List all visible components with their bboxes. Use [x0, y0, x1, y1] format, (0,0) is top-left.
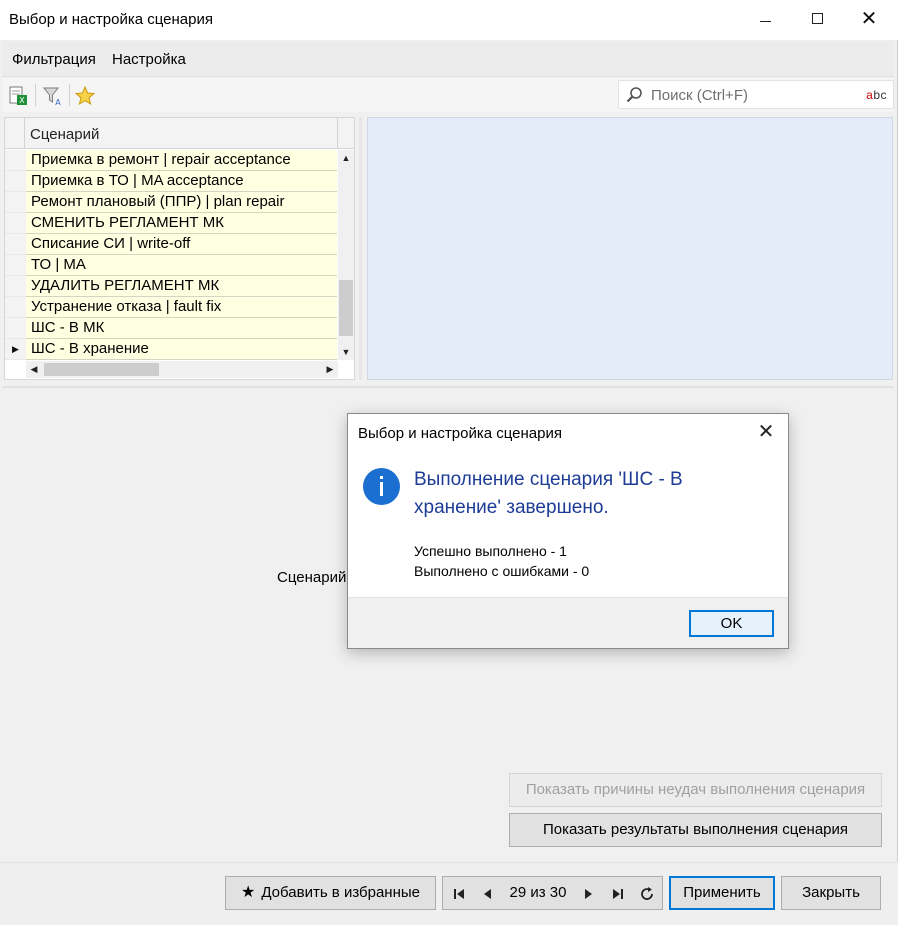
- show-failures-button[interactable]: Показать причины неудач выполнения сцена…: [509, 773, 882, 807]
- scroll-right-icon[interactable]: ▶: [322, 361, 338, 378]
- table-cell-scenario[interactable]: Списание СИ | write-off: [26, 234, 337, 255]
- refresh-icon[interactable]: [634, 877, 660, 909]
- ok-button[interactable]: OK: [689, 610, 774, 637]
- horizontal-splitter[interactable]: [2, 386, 894, 388]
- add-favorite-label: Добавить в избранные: [261, 884, 420, 901]
- window-title: Выбор и настройка сценария: [9, 11, 213, 28]
- table-row[interactable]: УДАЛИТЬ РЕГЛАМЕНТ МК: [5, 276, 337, 297]
- table-row[interactable]: ТО | MA: [5, 255, 337, 276]
- table-cell-scenario[interactable]: Приемка в ТО | MA acceptance: [26, 171, 337, 192]
- table-row[interactable]: СМЕНИТЬ РЕГЛАМЕНТ МК: [5, 213, 337, 234]
- toolbar-separator: [35, 84, 36, 106]
- menu-filter[interactable]: Фильтрация: [12, 51, 96, 68]
- title-bar: Выбор и настройка сценария ✕: [0, 0, 898, 40]
- close-icon: ✕: [757, 421, 775, 443]
- show-results-button[interactable]: Показать результаты выполнения сценария: [509, 813, 882, 847]
- star-icon: ★: [241, 884, 256, 901]
- close-button[interactable]: Закрыть: [781, 876, 881, 910]
- table-cell-scenario[interactable]: ШС - В хранение: [26, 339, 337, 360]
- preview-panel: [367, 117, 893, 380]
- horizontal-scroll-thumb[interactable]: [44, 363, 159, 376]
- dialog-title: Выбор и настройка сценария: [358, 425, 562, 442]
- vertical-scroll-thumb[interactable]: [339, 280, 353, 336]
- dialog-close-button[interactable]: ✕: [752, 418, 780, 446]
- filter-icon: A: [42, 87, 61, 107]
- record-position: 29 из 30: [509, 884, 567, 901]
- table-row[interactable]: Списание СИ | write-off: [5, 234, 337, 255]
- scroll-up-icon[interactable]: ▲: [338, 150, 354, 166]
- scenario-label: Сценарий: [277, 569, 347, 586]
- info-icon: [363, 468, 400, 505]
- row-indicator[interactable]: [5, 255, 26, 276]
- table-cell-scenario[interactable]: УДАЛИТЬ РЕГЛАМЕНТ МК: [26, 276, 337, 297]
- next-record-icon[interactable]: [576, 877, 602, 909]
- grid-header: Сценарий: [5, 118, 354, 149]
- table-cell-scenario[interactable]: СМЕНИТЬ РЕГЛАМЕНТ МК: [26, 213, 337, 234]
- export-excel-icon: X: [9, 86, 27, 105]
- table-cell-scenario[interactable]: Устранение отказа | fault fix: [26, 297, 337, 318]
- table-cell-scenario[interactable]: Приемка в ремонт | repair acceptance: [26, 150, 337, 171]
- row-indicator[interactable]: [5, 234, 26, 255]
- row-indicator[interactable]: [5, 318, 26, 339]
- row-indicator[interactable]: [5, 213, 26, 234]
- row-indicator[interactable]: [5, 192, 26, 213]
- filter-button[interactable]: A: [38, 82, 66, 108]
- first-record-icon[interactable]: [446, 877, 472, 909]
- apply-button[interactable]: Применить: [669, 876, 775, 910]
- search-input[interactable]: [649, 84, 859, 106]
- column-header-scenario[interactable]: Сценарий: [30, 126, 99, 143]
- table-row[interactable]: Приемка в ремонт | repair acceptance: [5, 150, 337, 171]
- star-icon: [74, 85, 96, 106]
- dialog-heading: Выполнение сценария 'ШС - В хранение' за…: [414, 469, 683, 518]
- export-button[interactable]: X: [4, 82, 32, 108]
- add-favorite-button[interactable]: ★ Добавить в избранные: [225, 876, 436, 910]
- maximize-button[interactable]: [792, 0, 842, 38]
- menu-bar: Фильтрация Настройка: [2, 41, 894, 77]
- table-row[interactable]: Устранение отказа | fault fix: [5, 297, 337, 318]
- menu-settings[interactable]: Настройка: [112, 51, 186, 68]
- toolbar-separator: [69, 84, 70, 106]
- main-window: Выбор и настройка сценария ✕ Фильтрация …: [0, 0, 898, 925]
- svg-text:A: A: [55, 98, 61, 107]
- row-indicator[interactable]: [5, 297, 26, 318]
- table-row[interactable]: Приемка в ТО | MA acceptance: [5, 171, 337, 192]
- scroll-down-icon[interactable]: ▼: [338, 344, 354, 360]
- table-row[interactable]: ▶ ШС - В хранение: [5, 339, 337, 360]
- dialog-success-count: Успешно выполнено - 1: [414, 543, 567, 559]
- info-dialog: Выбор и настройка сценария ✕ Выполнение …: [347, 413, 789, 649]
- row-indicator[interactable]: [5, 276, 26, 297]
- scroll-left-icon[interactable]: ◀: [26, 361, 42, 378]
- row-indicator[interactable]: [5, 171, 26, 192]
- close-window-button[interactable]: ✕: [844, 0, 894, 38]
- row-indicator[interactable]: [5, 150, 26, 171]
- minimize-icon: [759, 21, 771, 23]
- svg-text:X: X: [19, 96, 25, 105]
- table-cell-scenario[interactable]: ШС - В МК: [26, 318, 337, 339]
- table-row[interactable]: Ремонт плановый (ППР) | plan repair: [5, 192, 337, 213]
- favorites-button[interactable]: [71, 82, 99, 108]
- prev-record-icon[interactable]: [474, 877, 500, 909]
- spellcheck-icon[interactable]: abc: [866, 88, 887, 102]
- scenario-grid: Сценарий Приемка в ремонт | repair accep…: [4, 117, 355, 380]
- maximize-icon: [811, 13, 823, 25]
- search-box: abc: [618, 80, 894, 109]
- close-icon: ✕: [860, 8, 878, 30]
- dialog-error-count: Выполнено с ошибками - 0: [414, 563, 590, 579]
- horizontal-scrollbar[interactable]: ◀ ▶: [26, 361, 338, 378]
- table-row[interactable]: ШС - В МК: [5, 318, 337, 339]
- table-cell-scenario[interactable]: Ремонт плановый (ППР) | plan repair: [26, 192, 337, 213]
- last-record-icon[interactable]: [605, 877, 631, 909]
- search-icon: [626, 87, 642, 103]
- vertical-splitter[interactable]: [359, 117, 362, 380]
- row-indicator-header: [5, 118, 25, 149]
- minimize-button[interactable]: [740, 0, 790, 38]
- vertical-scrollbar[interactable]: ▲ ▼: [338, 150, 354, 360]
- scrollbar-header-corner: [337, 118, 354, 149]
- current-row-icon[interactable]: ▶: [5, 339, 26, 360]
- table-cell-scenario[interactable]: ТО | MA: [26, 255, 337, 276]
- record-navigator: 29 из 30: [442, 876, 663, 910]
